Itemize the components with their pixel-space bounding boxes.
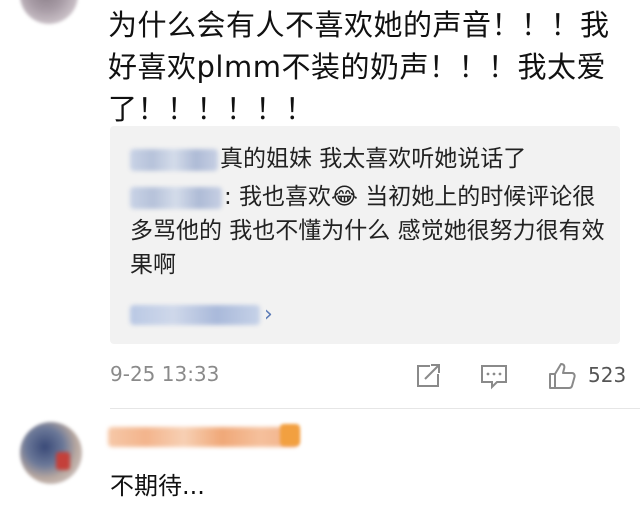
share-icon[interactable] <box>412 360 444 392</box>
reply-item: 真的姐妹 我太喜欢听她说话了 <box>130 142 610 176</box>
username-blurred[interactable] <box>108 427 298 447</box>
user-badge-icon <box>280 424 300 446</box>
see-more-replies-link[interactable]: › <box>130 302 273 327</box>
see-more-label <box>130 304 260 325</box>
divider <box>110 408 640 409</box>
reply-box[interactable]: 真的姐妹 我太喜欢听她说话了 : 我也喜欢😂 当初她上的时候评论很多骂他的 我也… <box>110 126 620 344</box>
avatar[interactable] <box>20 422 82 484</box>
chevron-right-icon: › <box>264 302 273 327</box>
comment-icon[interactable] <box>478 360 510 392</box>
comment-text: 为什么会有人不喜欢她的声音！！！我 好喜欢plmm不装的奶声！！！我太爱 了！！… <box>108 8 610 126</box>
thumbs-up-icon[interactable] <box>546 360 578 392</box>
timestamp: 9-25 13:33 <box>110 362 220 386</box>
like-count: 523 <box>588 363 627 387</box>
reply-item: : 我也喜欢😂 当初她上的时候评论很多骂他的 我也不懂为什么 感觉她很努力很有效… <box>130 180 610 282</box>
reply-username[interactable] <box>130 148 218 171</box>
comment-actions: 9-25 13:33 523 <box>110 360 630 394</box>
avatar[interactable] <box>20 0 78 24</box>
comment-text: 不期待... <box>110 472 205 500</box>
reply-text: 真的姐妹 我太喜欢听她说话了 <box>220 146 527 172</box>
reply-username[interactable] <box>130 186 222 209</box>
